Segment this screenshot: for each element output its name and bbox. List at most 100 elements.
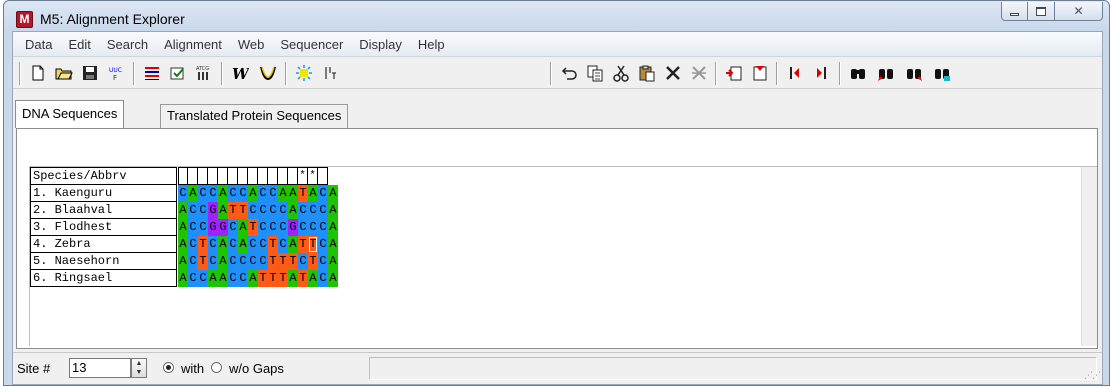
find-previous-icon[interactable] bbox=[875, 62, 897, 84]
base-cell[interactable]: C bbox=[248, 253, 258, 270]
with-gaps-radio[interactable] bbox=[163, 362, 174, 373]
spin-down-icon[interactable]: ▼ bbox=[132, 368, 146, 377]
sequence-name[interactable]: 3. Flodhest bbox=[30, 219, 177, 236]
resize-grip-icon[interactable]: ⋰⋰ bbox=[1084, 370, 1101, 381]
sequence-name[interactable]: 6. Ringsael bbox=[30, 270, 177, 287]
base-cell[interactable]: A bbox=[308, 185, 318, 202]
base-cell[interactable]: A bbox=[328, 219, 338, 236]
delete-gap-icon[interactable] bbox=[688, 62, 710, 84]
base-cell[interactable]: C bbox=[298, 202, 308, 219]
base-cell[interactable]: T bbox=[248, 219, 258, 236]
tab-dna-sequences[interactable]: DNA Sequences bbox=[15, 100, 125, 128]
base-cell[interactable]: T bbox=[298, 270, 308, 287]
base-cell[interactable]: A bbox=[328, 270, 338, 287]
site-number-spinner[interactable]: ▲ ▼ bbox=[131, 358, 147, 378]
base-cell[interactable]: C bbox=[208, 185, 218, 202]
base-cell[interactable]: C bbox=[188, 236, 198, 253]
move-left-icon[interactable] bbox=[784, 62, 806, 84]
base-cell[interactable]: C bbox=[278, 202, 288, 219]
base-cell[interactable]: C bbox=[258, 185, 268, 202]
base-cell[interactable]: C bbox=[298, 253, 308, 270]
menu-web[interactable]: Web bbox=[230, 37, 273, 52]
base-cell[interactable]: C bbox=[198, 185, 208, 202]
base-cell[interactable]: A bbox=[328, 185, 338, 202]
move-right-icon[interactable] bbox=[810, 62, 832, 84]
base-cell[interactable]: C bbox=[318, 253, 328, 270]
base-cell[interactable]: A bbox=[288, 202, 298, 219]
clustal-icon[interactable]: W bbox=[229, 62, 251, 84]
base-cell[interactable]: A bbox=[328, 202, 338, 219]
base-cell[interactable]: C bbox=[238, 185, 248, 202]
base-cell[interactable]: A bbox=[208, 270, 218, 287]
base-cell[interactable]: G bbox=[288, 219, 298, 236]
menu-search[interactable]: Search bbox=[99, 37, 156, 52]
title-bar[interactable]: M M5: Alignment Explorer ✕ bbox=[4, 1, 1109, 35]
find-next-icon[interactable] bbox=[903, 62, 925, 84]
base-cell[interactable]: C bbox=[268, 219, 278, 236]
spin-up-icon[interactable]: ▲ bbox=[132, 359, 146, 368]
find-icon[interactable] bbox=[847, 62, 869, 84]
base-cell[interactable]: T bbox=[288, 253, 298, 270]
vertical-scrollbar[interactable] bbox=[1081, 167, 1097, 346]
base-cell[interactable]: C bbox=[278, 219, 288, 236]
base-cell[interactable]: C bbox=[258, 219, 268, 236]
base-cell[interactable]: C bbox=[188, 270, 198, 287]
base-cell[interactable]: A bbox=[178, 253, 188, 270]
menu-sequencer[interactable]: Sequencer bbox=[272, 37, 351, 52]
base-cell[interactable]: C bbox=[188, 202, 198, 219]
base-cell[interactable]: C bbox=[228, 236, 238, 253]
base-cell[interactable]: A bbox=[178, 270, 188, 287]
base-cell[interactable]: A bbox=[218, 270, 228, 287]
base-cell[interactable]: C bbox=[318, 185, 328, 202]
base-cell[interactable]: G bbox=[208, 219, 218, 236]
alignment-grid[interactable]: Species/Abbrv 1. Kaenguru 2. Blaahval 3. Fl… bbox=[29, 166, 1097, 346]
undo-icon[interactable] bbox=[558, 62, 580, 84]
cut-icon[interactable] bbox=[610, 62, 632, 84]
base-cell[interactable]: A bbox=[238, 219, 248, 236]
insert-gap-icon[interactable] bbox=[749, 62, 771, 84]
sequence-name[interactable]: 1. Kaenguru bbox=[30, 185, 177, 202]
muscle-icon[interactable]: ATCG bbox=[193, 62, 215, 84]
base-cell[interactable]: C bbox=[198, 219, 208, 236]
base-cell[interactable]: C bbox=[178, 185, 188, 202]
close-button[interactable]: ✕ bbox=[1055, 2, 1103, 21]
base-cell[interactable]: C bbox=[228, 219, 238, 236]
tab-translated-protein-sequences[interactable]: Translated Protein Sequences bbox=[160, 104, 349, 128]
without-gaps-radio[interactable] bbox=[211, 362, 222, 373]
base-cell[interactable]: T bbox=[228, 202, 238, 219]
base-cell[interactable]: C bbox=[208, 236, 218, 253]
base-cell[interactable]: T bbox=[268, 236, 278, 253]
delete-icon[interactable] bbox=[662, 62, 684, 84]
sequence-name[interactable]: 5. Naesehorn bbox=[30, 253, 177, 270]
menu-data[interactable]: Data bbox=[17, 37, 60, 52]
save-icon[interactable] bbox=[79, 62, 101, 84]
base-cell[interactable]: A bbox=[328, 236, 338, 253]
copy-icon[interactable] bbox=[584, 62, 606, 84]
insert-column-icon[interactable] bbox=[319, 62, 341, 84]
base-cell[interactable]: T bbox=[198, 236, 208, 253]
base-cell[interactable]: C bbox=[228, 253, 238, 270]
base-cell[interactable]: A bbox=[288, 270, 298, 287]
sequence-name[interactable]: 4. Zebra bbox=[30, 236, 177, 253]
base-cell[interactable]: A bbox=[218, 253, 228, 270]
base-cell[interactable]: C bbox=[228, 270, 238, 287]
base-cell[interactable]: C bbox=[308, 202, 318, 219]
base-cell[interactable]: C bbox=[228, 185, 238, 202]
base-cell[interactable]: A bbox=[308, 270, 318, 287]
base-cell[interactable]: C bbox=[248, 202, 258, 219]
base-cell[interactable]: T bbox=[238, 202, 248, 219]
base-cell[interactable]: G bbox=[208, 202, 218, 219]
base-cell[interactable]: A bbox=[178, 236, 188, 253]
base-cell[interactable]: C bbox=[238, 270, 248, 287]
maximize-button[interactable] bbox=[1028, 2, 1055, 21]
base-cell[interactable]: T bbox=[298, 185, 308, 202]
base-cell[interactable]: T bbox=[198, 253, 208, 270]
base-cell[interactable]: A bbox=[328, 253, 338, 270]
base-cell[interactable]: C bbox=[298, 219, 308, 236]
base-cell[interactable]: A bbox=[248, 185, 258, 202]
base-cell[interactable]: C bbox=[198, 202, 208, 219]
base-cell[interactable]: A bbox=[238, 236, 248, 253]
menu-display[interactable]: Display bbox=[351, 37, 410, 52]
sequence-name[interactable]: 2. Blaahval bbox=[30, 202, 177, 219]
base-cell[interactable]: A bbox=[218, 202, 228, 219]
